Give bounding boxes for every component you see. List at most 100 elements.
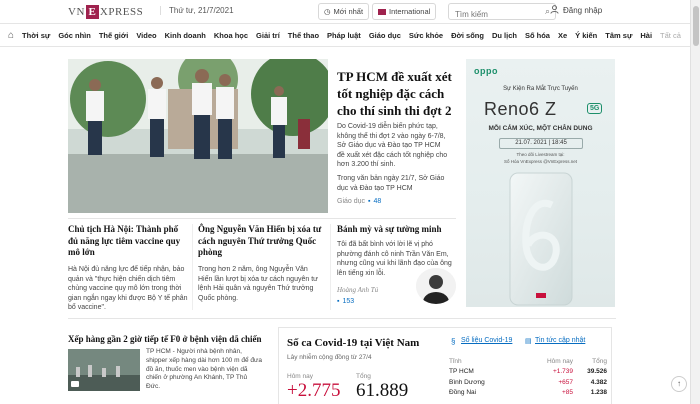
- nav-item[interactable]: Thể thao: [288, 31, 319, 40]
- nav-item[interactable]: Khoa học: [214, 31, 248, 40]
- covid-title[interactable]: Số ca Covid-19 tại Việt Nam: [287, 337, 419, 349]
- province-name: TP HCM: [449, 368, 474, 376]
- total-cases: 39.526: [587, 368, 607, 376]
- covid-stats-widget: Số ca Covid-19 tại Việt Nam Lây nhiễm cộ…: [278, 327, 612, 404]
- covid-table-header: Tỉnh Hôm nay Tổng: [449, 356, 607, 367]
- nav-more[interactable]: Tất cả: [660, 31, 681, 40]
- covid-today-label: Hôm nay: [287, 373, 314, 380]
- opinion-author[interactable]: Hoàng Anh Tú: [337, 286, 378, 294]
- latest-news-label: Mới nhất: [333, 7, 364, 16]
- hero-description-continued: Trong văn bản ngày 21/7, Sở Giáo dục và …: [337, 175, 445, 192]
- home-icon[interactable]: ⌂: [8, 30, 14, 41]
- nav-item[interactable]: Giải trí: [256, 31, 280, 40]
- story-description: TP HCM - Người nhà bệnh nhân, shipper xế…: [146, 348, 262, 391]
- nav-item[interactable]: Thế giới: [99, 31, 129, 40]
- nav-item[interactable]: Sức khỏe: [409, 31, 443, 40]
- story-title[interactable]: Xếp hàng gần 2 giờ tiếp tế F0 ở bệnh việ…: [68, 334, 262, 344]
- hero-image[interactable]: [68, 59, 328, 213]
- logo-text-left: VN: [68, 6, 85, 18]
- scrollbar[interactable]: [690, 0, 700, 404]
- covid-table-row[interactable]: TP HCM +1.739 39.526: [449, 367, 607, 378]
- international-label: International: [389, 7, 431, 16]
- opinion-comment-count[interactable]: 153: [342, 298, 354, 305]
- story-thumbnail[interactable]: [68, 349, 140, 391]
- covid-table: Tỉnh Hôm nay Tổng TP HCM +1.739 39.526 B…: [449, 356, 607, 398]
- nav-item[interactable]: Thời sự: [22, 31, 50, 40]
- search-box: ⌕: [448, 3, 556, 22]
- ad-partners: Số Hóa VnExpress @VnExpress.net: [503, 159, 578, 164]
- nav-item[interactable]: Pháp luật: [327, 31, 361, 40]
- international-flag-icon: [378, 8, 386, 15]
- covid-today-value: +2.775: [287, 380, 341, 401]
- story-title[interactable]: Chủ tịch Hà Nội: Thành phố đủ năng lực t…: [68, 224, 188, 259]
- nav-item[interactable]: Hài: [640, 31, 652, 40]
- nav-item[interactable]: Video: [136, 31, 156, 40]
- ad-tagline: MỖI CẢM XÚC, MỘT CHÂN DUNG: [488, 125, 593, 132]
- ad-5g-badge: 5G: [587, 103, 603, 114]
- nav-item[interactable]: Đời sống: [451, 31, 484, 40]
- advertisement-banner[interactable]: oppo Sự Kiện Ra Mắt Trực Tuyến Reno6 Z 5…: [466, 59, 615, 307]
- nav-item[interactable]: Giáo dục: [369, 31, 401, 40]
- covid-table-row[interactable]: Đồng Nai +85 1.238: [449, 388, 607, 399]
- scrollbar-thumb[interactable]: [693, 6, 699, 46]
- today-cases: +85: [561, 389, 573, 397]
- story-title[interactable]: Ông Nguyễn Văn Hiến bị xóa tư cách nguyê…: [198, 224, 322, 259]
- ad-brand: oppo: [474, 66, 498, 76]
- ad-phone-graphic: [509, 172, 573, 306]
- site-header: VN E XPRESS Thứ tư, 21/7/2021 ◷ Mới nhất…: [0, 0, 700, 24]
- column-divider: [192, 224, 193, 310]
- story-description: Hà Nội đủ năng lực để tiếp nhận, bảo quả…: [68, 266, 188, 311]
- logo-text-right: XPRESS: [99, 6, 144, 18]
- comment-icon: ▪: [337, 298, 340, 305]
- international-button[interactable]: International: [372, 3, 437, 20]
- covid-table-row[interactable]: Bình Dương +657 4.382: [449, 377, 607, 388]
- opinion-meta: ▪ 153: [337, 298, 354, 305]
- search-input[interactable]: [449, 7, 537, 22]
- covid-total-label: Tổng: [356, 373, 371, 380]
- hero-comment-count[interactable]: 48: [374, 198, 382, 205]
- column-divider: [330, 224, 331, 310]
- hero-meta: Giáo dục ▪ 48: [337, 198, 381, 205]
- covid-subtitle: Lây nhiễm cộng đồng từ 27/4: [287, 354, 372, 361]
- current-date: Thứ tư, 21/7/2021: [160, 6, 234, 15]
- site-logo[interactable]: VN E XPRESS: [68, 4, 143, 20]
- nav-item[interactable]: Tâm sự: [605, 31, 632, 40]
- province-name: Bình Dương: [449, 378, 485, 386]
- nav-item[interactable]: Du lịch: [492, 31, 517, 40]
- today-cases: +657: [558, 378, 573, 386]
- hero-category[interactable]: Giáo dục: [337, 198, 365, 205]
- covid-total-value: 61.889: [356, 380, 409, 401]
- main-nav: ⌂ Thời sự Góc nhìn Thế giới Video Kinh d…: [0, 25, 700, 47]
- ad-livestream: Theo dõi Livestream tại:: [516, 152, 565, 157]
- login-label: Đăng nhập: [563, 6, 603, 15]
- header-province: Tỉnh: [449, 357, 462, 365]
- chart-icon: §: [451, 337, 456, 346]
- arrow-up-icon: ↑: [677, 379, 681, 388]
- opinion-title[interactable]: Bánh mỳ và sự tường minh: [337, 224, 455, 236]
- latest-news-button[interactable]: ◷ Mới nhất: [318, 3, 370, 20]
- hero-description: Do Covid-19 diễn biến phức tạp, không th…: [337, 123, 448, 168]
- logo-mark: E: [85, 5, 99, 19]
- covid-data-link[interactable]: Số liệu Covid-19: [461, 337, 512, 344]
- covid-news-link[interactable]: Tin tức cập nhật: [535, 337, 585, 344]
- header-total: Tổng: [592, 357, 607, 365]
- total-cases: 4.382: [590, 378, 607, 386]
- story-description: Trong hơn 2 năm, ông Nguyễn Văn Hiến lần…: [198, 266, 318, 302]
- total-cases: 1.238: [590, 389, 607, 397]
- scroll-to-top-button[interactable]: ↑: [671, 376, 687, 392]
- comment-icon: ▪: [368, 198, 371, 205]
- province-name: Đồng Nai: [449, 389, 477, 397]
- login-button[interactable]: Đăng nhập: [550, 5, 602, 16]
- nav-item[interactable]: Xe: [558, 31, 567, 40]
- author-avatar[interactable]: [416, 268, 456, 304]
- nav-item[interactable]: Ý kiến: [575, 31, 597, 40]
- today-cases: +1.739: [552, 368, 573, 376]
- nav-item[interactable]: Số hóa: [525, 31, 550, 40]
- section-divider: [68, 318, 616, 319]
- hero-title[interactable]: TP HCM đề xuất xét tốt nghiệp đặc cách c…: [337, 68, 457, 119]
- user-icon: [550, 5, 559, 16]
- ad-event: Sự Kiện Ra Mắt Trực Tuyến: [503, 86, 578, 92]
- ad-model: Reno6 Z: [484, 99, 557, 119]
- nav-item[interactable]: Kinh doanh: [165, 31, 206, 40]
- nav-item[interactable]: Góc nhìn: [58, 31, 91, 40]
